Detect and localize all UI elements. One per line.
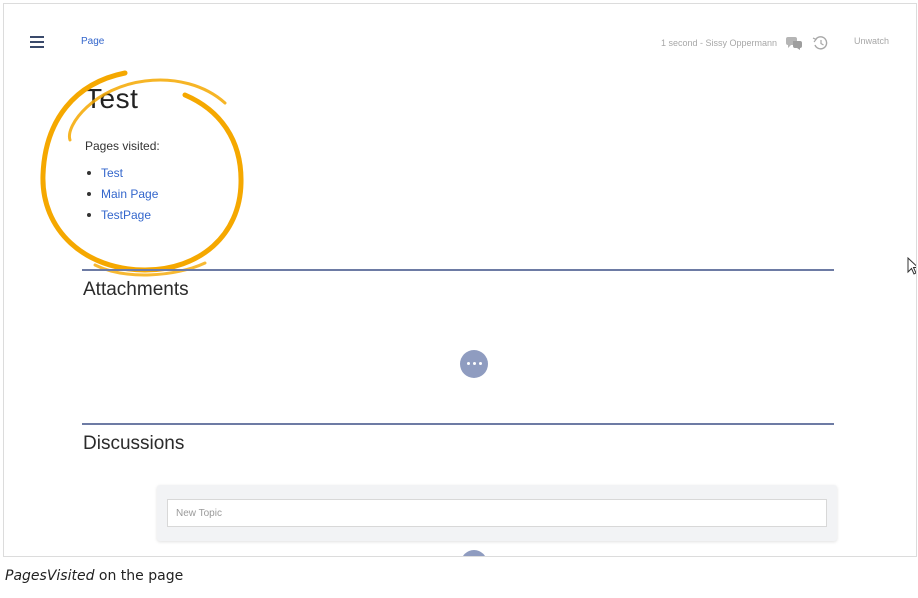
discussions-more-button[interactable] bbox=[461, 550, 487, 556]
attachments-more-button[interactable] bbox=[460, 350, 488, 378]
list-item: Test bbox=[85, 163, 158, 184]
wiki-page: Page 1 second - Sissy Oppermann Unwatch … bbox=[5, 5, 916, 556]
list-item: TestPage bbox=[85, 205, 158, 226]
caption-emphasis: PagesVisited bbox=[5, 568, 95, 584]
new-topic-input[interactable] bbox=[167, 499, 827, 527]
discussions-heading: Discussions bbox=[83, 433, 185, 454]
attachments-heading: Attachments bbox=[83, 279, 189, 300]
figure-caption: PagesVisited on the page bbox=[5, 568, 183, 584]
pages-visited-list: Test Main Page TestPage bbox=[85, 163, 158, 226]
revision-info: 1 second - Sissy Oppermann bbox=[661, 36, 829, 50]
caption-text: on the page bbox=[94, 568, 184, 584]
revision-text: 1 second - Sissy Oppermann bbox=[660, 38, 777, 48]
mouse-pointer-icon bbox=[907, 257, 916, 275]
history-icon[interactable] bbox=[811, 36, 829, 50]
screenshot-frame: Page 1 second - Sissy Oppermann Unwatch … bbox=[3, 3, 917, 557]
section-divider bbox=[82, 423, 834, 425]
list-item: Main Page bbox=[85, 184, 158, 205]
page-title: Test bbox=[85, 83, 139, 114]
new-topic-panel bbox=[157, 485, 837, 541]
visited-page-link[interactable]: Test bbox=[101, 166, 123, 180]
speech-bubbles-icon[interactable] bbox=[785, 36, 803, 50]
section-divider bbox=[82, 269, 834, 271]
pages-visited-label: Pages visited: bbox=[85, 139, 160, 153]
unwatch-link[interactable]: Unwatch bbox=[854, 36, 889, 46]
tab-page[interactable]: Page bbox=[81, 36, 104, 47]
visited-page-link[interactable]: TestPage bbox=[101, 208, 151, 222]
ellipsis-icon bbox=[460, 362, 488, 366]
visited-page-link[interactable]: Main Page bbox=[101, 187, 158, 201]
hamburger-icon[interactable] bbox=[30, 36, 44, 48]
